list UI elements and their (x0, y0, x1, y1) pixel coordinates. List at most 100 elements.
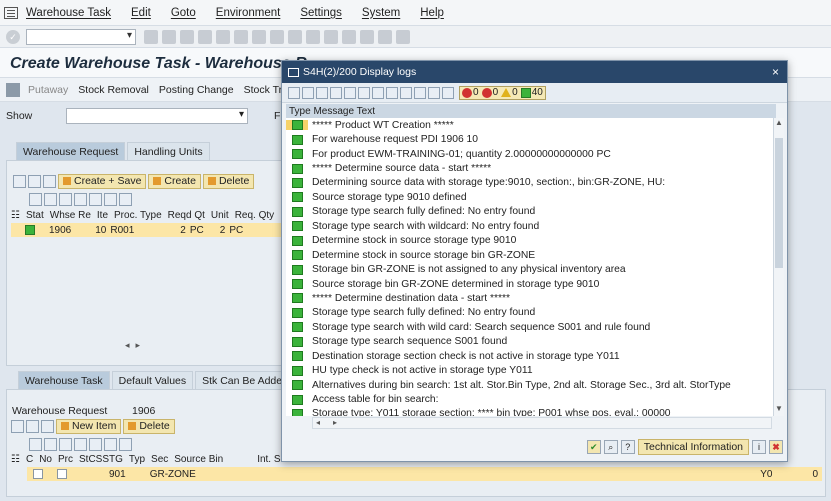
shortcut-icon[interactable] (360, 29, 374, 44)
row-checkbox-no[interactable] (57, 469, 67, 479)
new-session-icon[interactable] (342, 29, 356, 44)
log-row[interactable]: Destination storage section check is not… (286, 349, 773, 363)
scroll-right-icon[interactable]: ▸ (136, 340, 141, 351)
menu-help[interactable]: Help (420, 7, 444, 19)
log-row[interactable]: ***** Product WT Creation ***** (286, 118, 773, 132)
scroll-up-icon[interactable]: ▲ (774, 118, 784, 130)
app-menu-icon[interactable] (4, 6, 18, 19)
log-row[interactable]: Source storage type 9010 defined (286, 190, 773, 204)
scroll-right-icon[interactable]: ▸ (333, 418, 337, 427)
log-row[interactable]: Determine stock in source storage bin GR… (286, 248, 773, 262)
sort-desc-icon[interactable] (330, 86, 342, 99)
col-no[interactable]: No (39, 454, 52, 465)
log-row[interactable]: ***** Determine destination data - start… (286, 291, 773, 305)
log-row[interactable]: Storage type search fully defined: No en… (286, 306, 773, 320)
sort-asc-icon[interactable] (11, 419, 24, 433)
delete-button[interactable]: Delete (202, 173, 255, 189)
log-row[interactable]: HU type check is not active in storage t… (286, 363, 773, 377)
info-button[interactable]: i (752, 440, 766, 454)
layout-icon[interactable] (428, 86, 440, 99)
log-row[interactable]: Storage type search sequence S001 found (286, 335, 773, 349)
sum-icon[interactable] (372, 86, 384, 99)
cancel-icon[interactable] (198, 29, 212, 44)
layout-icon[interactable] (104, 192, 117, 206)
log-row[interactable]: For warehouse request PDI 1906 10 (286, 132, 773, 146)
row-checkbox-c[interactable] (33, 469, 43, 479)
new-item-button[interactable]: New Item (56, 418, 122, 434)
col-select-icon[interactable]: ☷ (11, 454, 20, 465)
subtotal-icon[interactable] (74, 192, 87, 206)
sort-desc-icon[interactable] (26, 419, 39, 433)
enter-icon[interactable]: ✓ (6, 29, 20, 44)
graphic-icon[interactable] (119, 437, 132, 451)
log-row[interactable]: ***** Determine source data - start ****… (286, 161, 773, 175)
details-icon[interactable] (29, 192, 42, 206)
col-req-qty[interactable]: Req. Qty (235, 210, 274, 221)
posting-change-button[interactable]: Posting Change (159, 84, 234, 96)
tab-warehouse-task[interactable]: Warehouse Task (18, 371, 110, 389)
menu-system[interactable]: System (362, 7, 400, 19)
menu-warehouse-task[interactable]: Warehouse Task (26, 7, 111, 19)
sort-desc-icon[interactable] (28, 174, 41, 188)
sort-asc-icon[interactable] (13, 174, 26, 188)
table-row[interactable]: 1906 10 R001 2 PC 2 PC (11, 223, 281, 237)
sum-icon[interactable] (59, 192, 72, 206)
tab-default-values[interactable]: Default Values (111, 371, 194, 389)
help-icon[interactable] (378, 29, 392, 44)
log-row[interactable]: Storage type search with wildcard: No en… (286, 219, 773, 233)
error-count-filter[interactable]: 0 0 0 40 (459, 85, 546, 100)
technical-information-button[interactable]: Technical Information (637, 439, 749, 455)
back-icon[interactable] (162, 29, 176, 44)
tab-warehouse-request[interactable]: Warehouse Request (16, 142, 126, 160)
first-page-icon[interactable] (270, 29, 284, 44)
log-row[interactable]: Storage type: Y011 storage section: ****… (286, 407, 773, 416)
create-button[interactable]: Create (148, 173, 201, 189)
help-button[interactable]: ? (620, 440, 635, 454)
log-row[interactable]: Determine stock in source storage type 9… (286, 234, 773, 248)
col-c[interactable]: C (26, 454, 33, 465)
log-row[interactable]: Determining source data with storage typ… (286, 176, 773, 190)
export-icon[interactable] (89, 437, 102, 451)
col-source-bin[interactable]: Source Bin (174, 454, 223, 465)
print-icon[interactable] (216, 29, 230, 44)
log-row[interactable]: Access table for bin search: (286, 392, 773, 406)
scroll-down-icon[interactable]: ▼ (774, 404, 784, 416)
sum-icon[interactable] (59, 437, 72, 451)
filter-icon[interactable] (44, 437, 57, 451)
execute-icon[interactable] (6, 82, 20, 97)
col-stat[interactable]: Stat (26, 210, 44, 221)
log-row[interactable]: For product EWM-TRAINING-01; quantity 2.… (286, 147, 773, 161)
col-prc[interactable]: Prc (58, 454, 73, 465)
table-row[interactable]: 901 GR-ZONE Y0 0 (27, 467, 822, 481)
stock-removal-button[interactable]: Stock Removal (78, 84, 149, 96)
menu-settings[interactable]: Settings (300, 7, 342, 19)
last-page-icon[interactable] (324, 29, 338, 44)
details-icon[interactable] (29, 437, 42, 451)
prev-page-icon[interactable] (288, 29, 302, 44)
scroll-thumb[interactable] (775, 138, 783, 268)
log-row[interactable]: Source storage bin GR-ZONE determined in… (286, 277, 773, 291)
cancel-button[interactable]: ✖ (769, 440, 783, 454)
scroll-left-icon[interactable]: ◂ (316, 418, 320, 427)
log-row[interactable]: Alternatives during bin search: 1st alt.… (286, 378, 773, 392)
col-unit[interactable]: Unit (211, 210, 229, 221)
find-icon[interactable] (344, 86, 356, 99)
tab-handling-units[interactable]: Handling Units (127, 142, 210, 160)
next-page-icon[interactable] (306, 29, 320, 44)
close-icon[interactable]: × (772, 65, 779, 79)
confirm-button[interactable]: ✔ (586, 440, 601, 454)
create-save-button[interactable]: Create + Save (58, 173, 147, 189)
log-vertical-scrollbar[interactable]: ▲ ▼ (773, 118, 784, 416)
col-reqd-qty[interactable]: Reqd Qt (168, 210, 205, 221)
putaway-button[interactable]: Putaway (28, 84, 68, 96)
exit-icon[interactable] (180, 29, 194, 44)
subtotal-icon[interactable] (74, 437, 87, 451)
save-icon[interactable] (41, 419, 54, 433)
col-stcsstg[interactable]: StCSSTG (79, 454, 123, 465)
save-icon[interactable] (43, 174, 56, 188)
menu-edit[interactable]: Edit (131, 7, 151, 19)
graphic-icon[interactable] (119, 192, 132, 206)
scroll-left-icon[interactable]: ◂ (125, 340, 130, 351)
tab-stk-can-be-added[interactable]: Stk Can Be Added (195, 371, 295, 389)
filter-icon[interactable] (44, 192, 57, 206)
